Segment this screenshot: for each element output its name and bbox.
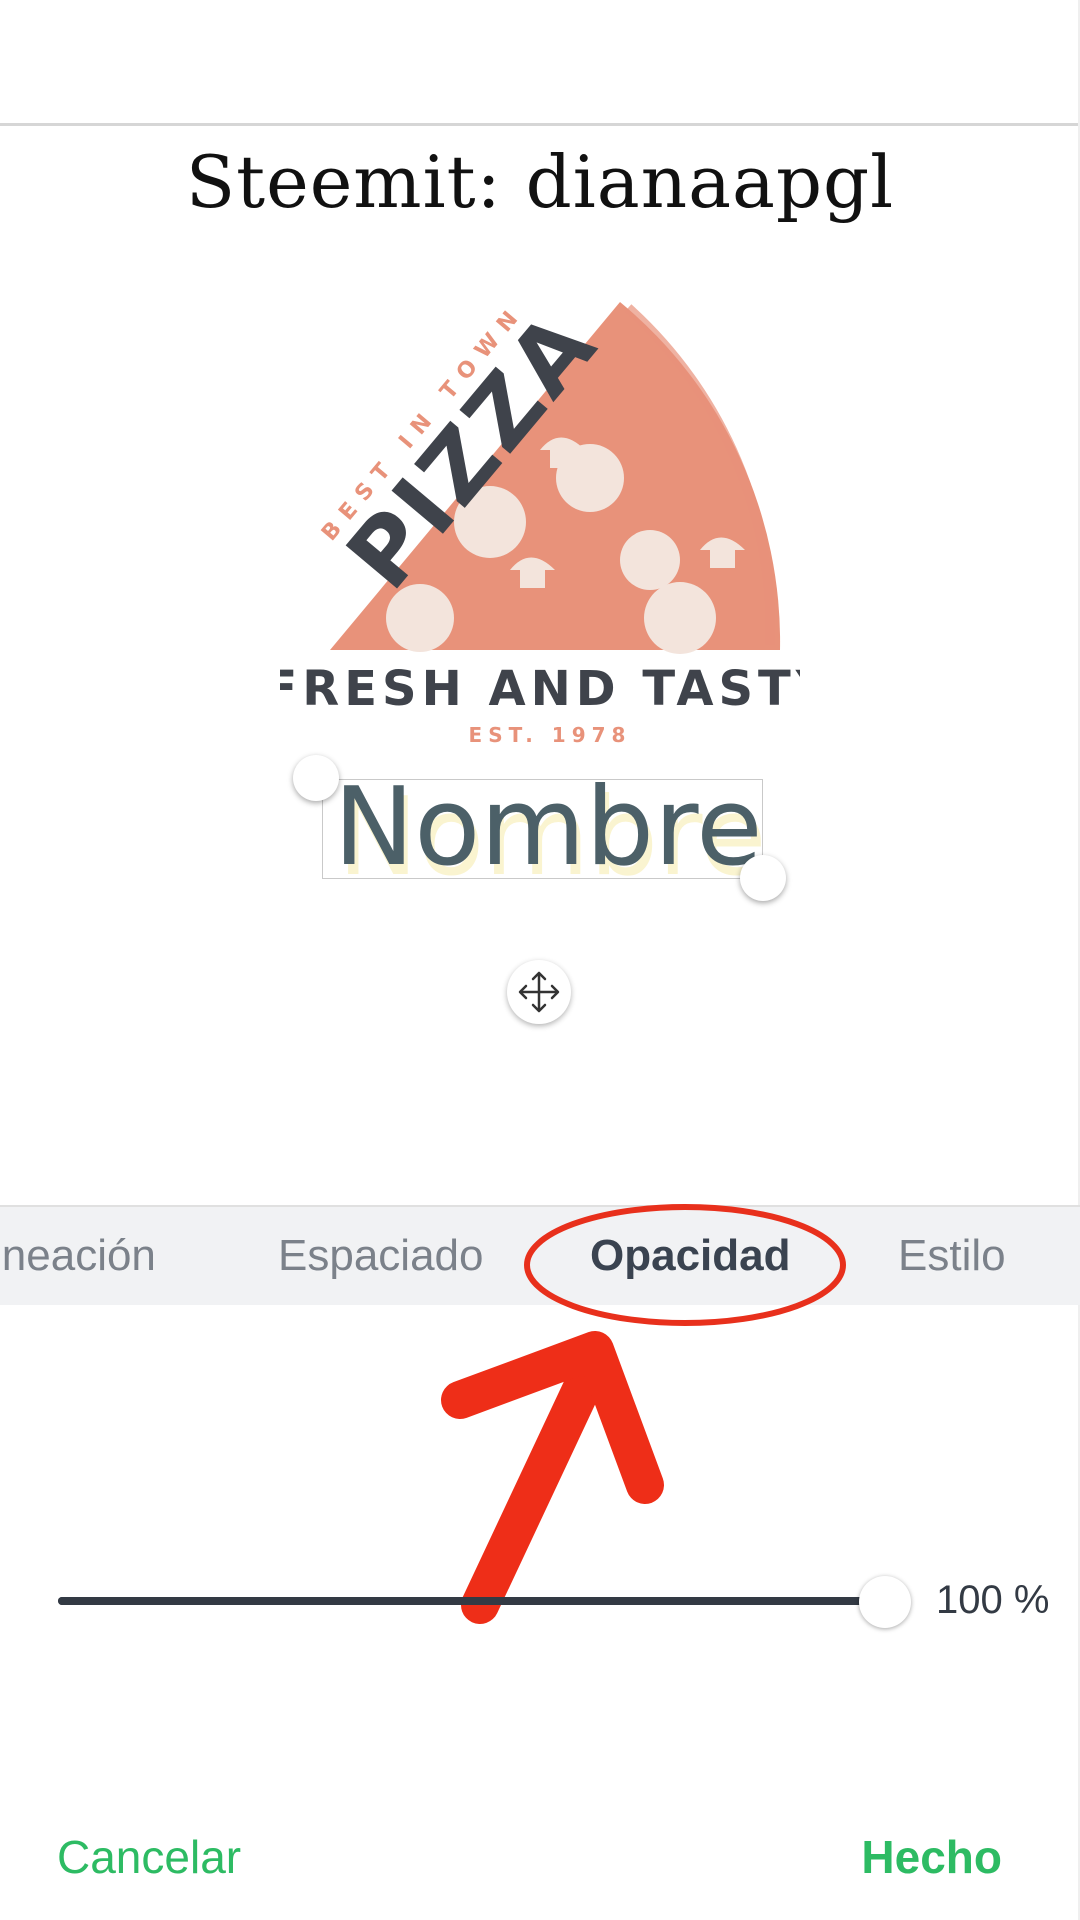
canvas-title-text[interactable]: Steemit: dianaapgl (0, 140, 1080, 224)
opacity-slider-thumb[interactable] (859, 1576, 911, 1628)
design-canvas[interactable]: Steemit: dianaapgl PIZZA BEST IN TOWN FR… (0, 0, 1080, 1205)
tab-opacidad[interactable]: Opacidad (590, 1207, 791, 1307)
done-button[interactable]: Hecho (861, 1830, 1002, 1884)
selected-text-layer[interactable]: Nombre (318, 768, 778, 888)
rotate-handle[interactable] (293, 755, 339, 801)
pizza-logo: PIZZA BEST IN TOWN FRESH AND TASTY EST. … (280, 300, 800, 747)
resize-handle[interactable] (740, 855, 786, 901)
logo-established: EST. 1978 (469, 723, 632, 747)
cancel-button[interactable]: Cancelar (57, 1830, 241, 1884)
opacity-value: 100 % (936, 1578, 1050, 1622)
annotation-arrow (441, 1331, 664, 1624)
logo-tagline: FRESH AND TASTY (280, 661, 800, 717)
move-button[interactable] (507, 960, 571, 1024)
pepperoni (644, 582, 716, 654)
top-divider (0, 123, 1080, 126)
tab-espaciado[interactable]: Espaciado (278, 1207, 483, 1307)
tab-estilo[interactable]: Estilo (898, 1207, 1006, 1307)
pepperoni (620, 530, 680, 590)
property-tab-bar: ineación Espaciado Opacidad Estilo (0, 1205, 1080, 1305)
opacity-slider-fill (58, 1597, 882, 1605)
tab-alineacion[interactable]: ineación (0, 1207, 156, 1307)
move-arrows-icon (518, 971, 560, 1013)
opacity-slider-track[interactable] (58, 1597, 882, 1605)
